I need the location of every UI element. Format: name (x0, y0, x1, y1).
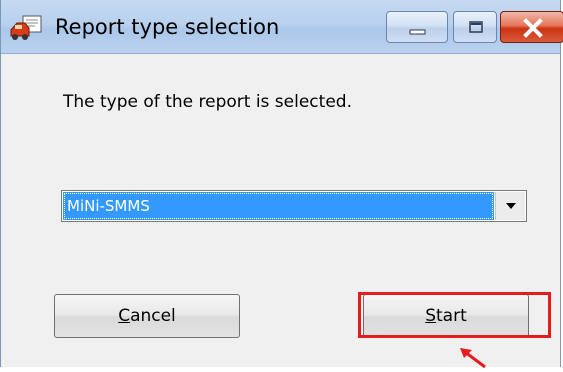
window-title: Report type selection (55, 15, 280, 39)
dropdown-button[interactable] (495, 192, 525, 220)
cancel-label: ancel (130, 306, 176, 326)
close-button[interactable] (500, 11, 563, 43)
cancel-button[interactable]: Cancel (54, 294, 240, 338)
report-type-selected-value[interactable]: MiNi-SMMS (63, 192, 494, 220)
cancel-access-key: C (118, 306, 131, 326)
title-bar[interactable]: Report type selection (1, 0, 563, 54)
maximize-button[interactable] (453, 11, 497, 43)
report-type-select[interactable]: MiNi-SMMS (61, 190, 527, 222)
minimize-button[interactable] (386, 11, 448, 43)
dropdown-arrow-icon (496, 203, 526, 224)
start-highlight-box (358, 292, 551, 338)
red-arrow-icon (455, 344, 495, 369)
report-app-icon (9, 14, 45, 42)
prompt-text: The type of the report is selected. (63, 92, 352, 112)
